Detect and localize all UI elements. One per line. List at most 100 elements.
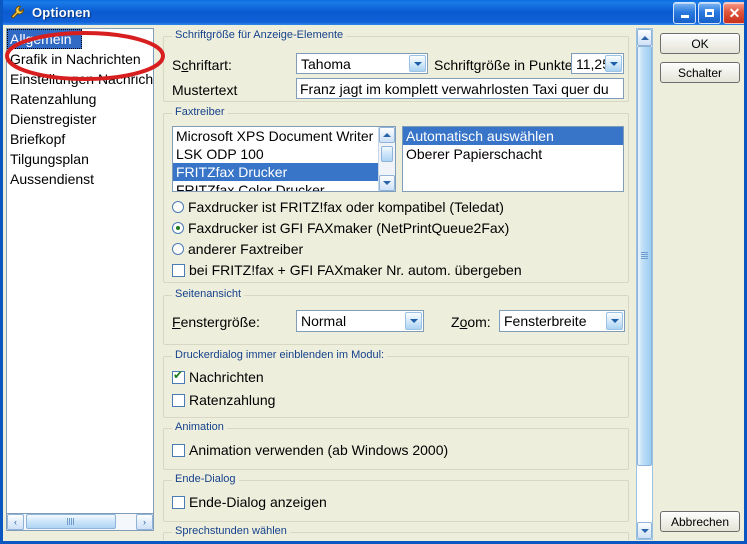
zoom-combo[interactable]: Fensterbreite xyxy=(499,310,625,332)
font-size-label: Schriftgröße in Punkten xyxy=(434,57,574,73)
group-consultation-hours-legend: Sprechstunden wählen xyxy=(172,525,290,537)
list-item[interactable]: FRITZfax Drucker xyxy=(173,163,381,181)
font-face-combo[interactable]: Tahoma xyxy=(296,53,428,74)
radio-label: Faxdrucker ist GFI FAXmaker (NetPrintQue… xyxy=(188,220,510,236)
list-item[interactable]: LSK ODP 100 xyxy=(173,145,395,163)
window-size-combo[interactable]: Normal xyxy=(296,310,424,332)
checkbox-label: Nachrichten xyxy=(189,369,264,385)
switch-button[interactable]: Schalter xyxy=(660,62,740,83)
maximize-button[interactable] xyxy=(698,2,721,24)
options-dialog-window: Optionen ✕ Allgemein Grafik in Nachricht… xyxy=(0,0,747,544)
close-button[interactable]: ✕ xyxy=(723,2,744,24)
radio-label: Faxdrucker ist FRITZ!fax oder kompatibel… xyxy=(188,199,504,215)
window-title: Optionen xyxy=(32,5,91,20)
zoom-label: Zoom: xyxy=(451,314,491,330)
scroll-up-icon[interactable] xyxy=(637,29,652,46)
wrench-icon xyxy=(9,4,27,22)
sample-text-label: Mustertext xyxy=(172,82,238,98)
minimize-icon xyxy=(680,14,689,18)
radio-icon[interactable] xyxy=(172,222,184,234)
group-animation: Animation Animation verwenden (ab Window… xyxy=(163,421,629,470)
sidebar-item-grafik-in-nachrichten[interactable]: Grafik in Nachrichten xyxy=(7,49,153,69)
sidebar-item-dienstregister[interactable]: Dienstregister xyxy=(7,109,153,129)
vscroll-thumb[interactable] xyxy=(637,46,652,466)
list-item[interactable]: Oberer Papierschacht xyxy=(403,145,623,163)
chevron-down-icon[interactable] xyxy=(606,312,623,330)
checkbox-label: Ratenzahlung xyxy=(189,392,276,408)
font-face-label: Schriftart: xyxy=(172,57,232,73)
radio-fritzfax-compatible[interactable]: Faxdrucker ist FRITZ!fax oder kompatibel… xyxy=(172,199,504,215)
checkbox-print-dialog-ratenzahlung[interactable]: Ratenzahlung xyxy=(172,392,275,408)
checkbox-icon[interactable] xyxy=(172,369,185,384)
group-print-dialog: Druckerdialog immer einblenden im Modul:… xyxy=(163,349,629,418)
checkbox-print-dialog-nachrichten[interactable]: Nachrichten xyxy=(172,369,264,385)
vscroll-track[interactable] xyxy=(637,46,652,522)
sidebar-item-briefkopf[interactable]: Briefkopf xyxy=(7,129,153,149)
group-fax-driver-legend: Faxtreiber xyxy=(172,106,228,118)
scroll-left-icon[interactable]: ‹ xyxy=(7,514,24,530)
radio-icon[interactable] xyxy=(172,201,184,213)
title-bar: Optionen ✕ xyxy=(3,0,744,25)
sidebar-item-einstellungen-nachrichten[interactable]: Einstellungen Nachrich xyxy=(7,69,153,89)
group-page-view-legend: Seitenansicht xyxy=(172,288,245,300)
scroll-down-icon[interactable] xyxy=(637,522,652,539)
radio-gfi-faxmaker[interactable]: Faxdrucker ist GFI FAXmaker (NetPrintQue… xyxy=(172,220,509,236)
paper-tray-listbox[interactable]: Automatisch auswählen Oberer Papierschac… xyxy=(402,126,624,192)
zoom-value: Fensterbreite xyxy=(504,313,587,329)
radio-label: anderer Faxtreiber xyxy=(188,241,304,257)
checkbox-label: Animation verwenden (ab Windows 2000) xyxy=(189,442,449,458)
checkbox-show-end-dialog[interactable]: Ende-Dialog anzeigen xyxy=(172,494,327,510)
printer-listbox[interactable]: Microsoft XPS Document Writer LSK ODP 10… xyxy=(172,126,396,192)
category-list[interactable]: Allgemein Grafik in Nachrichten Einstell… xyxy=(6,28,154,514)
group-page-view: Seitenansicht Fenstergröße: Normal Zoom:… xyxy=(163,288,629,345)
group-fax-driver: Faxtreiber Microsoft XPS Document Writer… xyxy=(163,106,629,283)
printer-list-scrollbar[interactable] xyxy=(378,127,395,191)
checkbox-use-animation[interactable]: Animation verwenden (ab Windows 2000) xyxy=(172,442,448,458)
sidebar-item-aussendienst[interactable]: Aussendienst xyxy=(7,169,153,189)
font-size-combo[interactable]: 11,25 xyxy=(571,53,624,74)
settings-scroll-pane: Schriftgröße für Anzeige-Elemente Schrif… xyxy=(159,28,633,540)
hscroll-track[interactable] xyxy=(24,514,136,530)
list-item[interactable]: Automatisch auswählen xyxy=(403,127,623,145)
radio-icon[interactable] xyxy=(172,243,184,255)
grip-icon xyxy=(67,518,75,525)
scroll-down-icon[interactable] xyxy=(379,175,395,191)
window-size-label: Fenstergröße: xyxy=(172,314,260,330)
window-controls: ✕ xyxy=(673,2,744,24)
checkbox-label: Ende-Dialog anzeigen xyxy=(189,494,327,510)
font-face-value: Tahoma xyxy=(301,55,351,72)
sidebar-item-ratenzahlung[interactable]: Ratenzahlung xyxy=(7,89,153,109)
hscroll-thumb[interactable] xyxy=(26,514,116,529)
scroll-right-icon[interactable]: › xyxy=(136,514,153,530)
checkbox-icon[interactable] xyxy=(172,495,185,509)
checkbox-icon[interactable] xyxy=(172,393,185,407)
checkbox-icon[interactable] xyxy=(172,263,185,277)
scroll-up-icon[interactable] xyxy=(379,127,395,143)
maximize-icon xyxy=(705,9,714,17)
chevron-down-icon[interactable] xyxy=(605,55,622,72)
cancel-button[interactable]: Abbrechen xyxy=(660,511,740,532)
group-end-dialog-legend: Ende-Dialog xyxy=(172,473,239,485)
list-item[interactable]: FRITZfax Color Drucker xyxy=(173,181,395,191)
sample-text-field[interactable]: Franz jagt im komplett verwahrlosten Tax… xyxy=(296,78,624,99)
sidebar-item-tilgungsplan[interactable]: Tilgungsplan xyxy=(7,149,153,169)
group-end-dialog: Ende-Dialog Ende-Dialog anzeigen xyxy=(163,473,629,522)
group-font-size-legend: Schriftgröße für Anzeige-Elemente xyxy=(172,29,347,41)
checkbox-label: bei FRITZ!fax + GFI FAXmaker Nr. autom. … xyxy=(189,262,522,278)
minimize-button[interactable] xyxy=(673,2,696,24)
checkbox-icon[interactable] xyxy=(172,443,185,457)
printer-list-scroll-thumb[interactable] xyxy=(381,146,393,162)
chevron-down-icon[interactable] xyxy=(409,55,426,72)
sidebar-item-allgemein[interactable]: Allgemein xyxy=(7,29,82,49)
sidebar-horizontal-scrollbar[interactable]: ‹ › xyxy=(6,514,154,531)
grip-icon xyxy=(641,252,648,260)
main-vertical-scrollbar[interactable] xyxy=(636,28,653,540)
checkbox-auto-number[interactable]: bei FRITZ!fax + GFI FAXmaker Nr. autom. … xyxy=(172,262,522,278)
chevron-down-icon[interactable] xyxy=(405,312,422,330)
ok-button[interactable]: OK xyxy=(660,33,740,54)
group-animation-legend: Animation xyxy=(172,421,227,433)
window-size-value: Normal xyxy=(301,313,347,329)
radio-other-fax-driver[interactable]: anderer Faxtreiber xyxy=(172,241,303,257)
close-icon: ✕ xyxy=(728,5,741,21)
list-item[interactable]: Microsoft XPS Document Writer xyxy=(173,127,395,145)
